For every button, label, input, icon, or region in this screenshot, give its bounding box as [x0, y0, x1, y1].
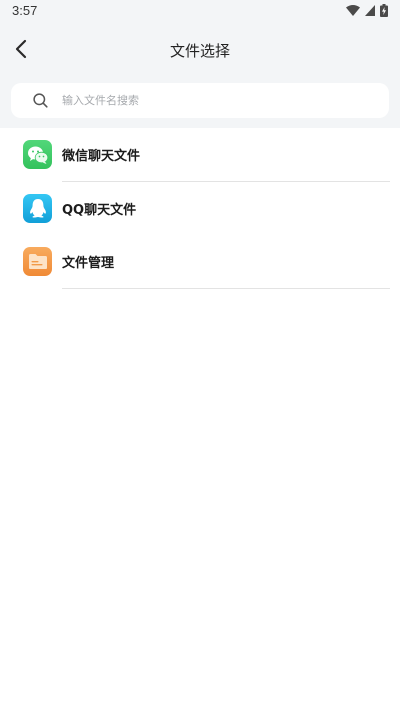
- divider: [62, 287, 390, 289]
- qq-icon: [23, 193, 52, 223]
- search-input[interactable]: [60, 93, 364, 108]
- list-item-label: QQ聊天文件: [62, 202, 137, 218]
- file-picker-screen: 3:57 文件选择 输入文件名搜索 微信聊天文件 QQ聊天文件 文件管理: [0, 0, 400, 712]
- search-bar[interactable]: [11, 83, 389, 118]
- list-item-file-manager[interactable]: 文件管理: [0, 235, 400, 289]
- folder-icon: [23, 247, 52, 277]
- wechat-icon: [23, 140, 52, 170]
- battery-charging-icon: [380, 4, 388, 17]
- status-time: 3:57: [12, 3, 38, 18]
- wifi-icon: [346, 5, 360, 16]
- list-item-label: 微信聊天文件: [62, 149, 141, 165]
- file-source-list: 微信聊天文件 QQ聊天文件 文件管理: [0, 128, 400, 289]
- search-icon: [32, 93, 48, 109]
- list-item-wechat-files[interactable]: 微信聊天文件: [0, 128, 400, 182]
- status-icons: [346, 4, 388, 17]
- page-title: 文件选择: [169, 42, 230, 60]
- cellular-signal-icon: [365, 5, 375, 16]
- status-bar: 3:57: [0, 0, 400, 24]
- list-item-qq-files[interactable]: QQ聊天文件: [0, 182, 400, 236]
- list-item-label: 文件管理: [62, 256, 115, 272]
- app-header: 文件选择: [0, 28, 400, 74]
